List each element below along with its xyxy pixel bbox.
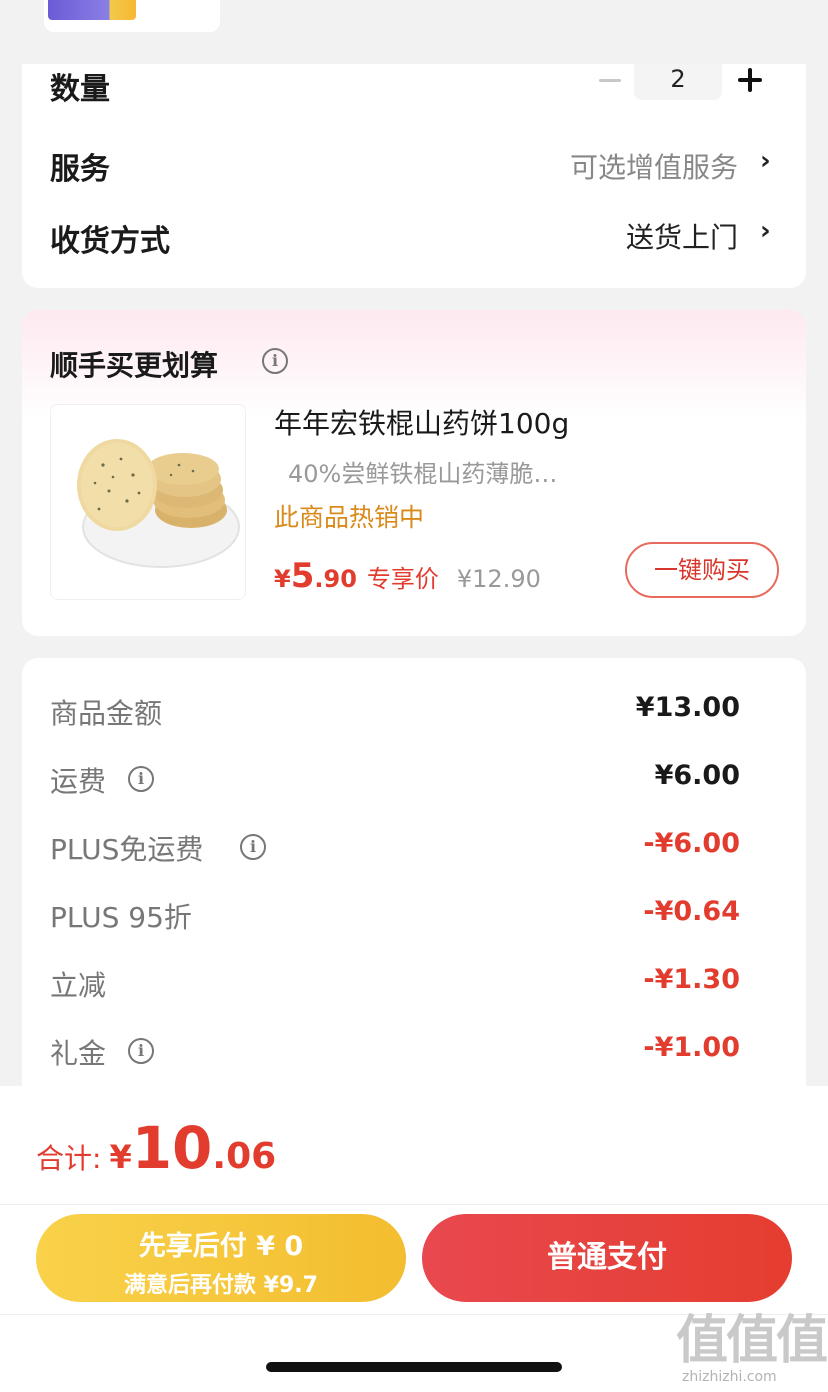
fee-label: 商品金额 <box>50 697 163 730</box>
watermark: 值值值 zhizhizhi.com <box>676 1298 828 1385</box>
total-decimal: .06 <box>212 1136 277 1177</box>
fee-breakdown-card: 商品金额 ¥13.00 运费 i ¥6.00 PLUS免运费 i -¥6.00 … <box>22 658 806 1098</box>
crackers-illustration <box>77 439 240 568</box>
upsell-card: 顺手买更划算 i 年年宏铁棍山药饼100g 40%尝鲜铁棍山药薄脆… 此商品热销… <box>22 310 806 636</box>
fee-value: -¥6.00 <box>643 828 740 859</box>
service-label: 服务 <box>50 152 110 187</box>
watermark-text: 值值值 <box>676 1311 828 1371</box>
info-icon[interactable]: i <box>128 766 154 792</box>
total-label: 合计: <box>36 1142 102 1175</box>
quantity-input[interactable]: 2 <box>634 64 722 100</box>
fee-value: ¥13.00 <box>635 692 740 723</box>
hot-selling-tag: 此商品热销中 <box>274 503 425 532</box>
quantity-increase-button[interactable] <box>734 64 766 96</box>
order-options-card: 数量 2 服务 可选增值服务 › 收货方式 送货上门 › <box>22 64 806 288</box>
fee-row-gift-money: 礼金 i -¥1.00 <box>50 1032 740 1072</box>
product-thumbnail-image <box>48 0 136 20</box>
pay-later-button[interactable]: 先享后付 ¥ 0 满意后再付款 ¥9.7 <box>36 1214 406 1302</box>
fee-label: 运费 <box>50 765 107 798</box>
top-product-strip <box>0 0 828 64</box>
fee-label: 立减 <box>50 969 107 1002</box>
fee-value: -¥0.64 <box>643 896 740 927</box>
info-icon[interactable]: i <box>262 348 288 374</box>
fee-row-instant-reduction: 立减 -¥1.30 <box>50 964 740 1004</box>
upsell-product-name[interactable]: 年年宏铁棍山药饼100g <box>274 402 569 442</box>
original-price: ¥12.90 <box>456 565 541 593</box>
pay-later-title: 先享后付 ¥ 0 <box>138 1231 304 1262</box>
fee-label: 礼金 <box>50 1037 107 1070</box>
divider <box>0 1204 828 1205</box>
info-icon[interactable]: i <box>128 1038 154 1064</box>
fee-label: PLUS 95折 <box>50 901 192 934</box>
pay-later-subtitle: 满意后再付款 ¥9.7 <box>124 1273 318 1298</box>
chevron-right-icon[interactable]: › <box>760 216 771 246</box>
normal-pay-button[interactable]: 普通支付 <box>422 1214 792 1302</box>
quantity-decrease-button[interactable] <box>592 64 628 96</box>
upsell-title: 顺手买更划算 <box>50 349 219 382</box>
delivery-label: 收货方式 <box>50 224 170 259</box>
fee-label: PLUS免运费 <box>50 833 204 866</box>
order-confirm-page: 数量 2 服务 可选增值服务 › 收货方式 送货上门 › 顺手买更划算 i 年年… <box>0 0 828 1392</box>
one-click-buy-button[interactable]: 一键购买 <box>625 542 779 598</box>
chevron-right-icon[interactable]: › <box>760 146 771 176</box>
service-value[interactable]: 可选增值服务 <box>570 146 738 186</box>
product-thumbnail[interactable] <box>44 0 220 32</box>
home-indicator[interactable] <box>266 1362 562 1372</box>
fee-row-goods: 商品金额 ¥13.00 <box>50 692 740 732</box>
exclusive-price-tag: 专享价 <box>366 565 439 593</box>
fee-row-shipping: 运费 i ¥6.00 <box>50 760 740 800</box>
fee-row-plus-free-shipping: PLUS免运费 i -¥6.00 <box>50 828 740 868</box>
price-decimal: .90 <box>314 565 357 593</box>
upsell-product-subtitle: 40%尝鲜铁棍山药薄脆… <box>288 460 558 488</box>
order-total: 合计: ¥10.06 <box>36 1114 276 1182</box>
fee-value: -¥1.30 <box>643 964 740 995</box>
quantity-label: 数量 <box>50 72 110 107</box>
checkout-bar: 合计: ¥10.06 先享后付 ¥ 0 满意后再付款 ¥9.7 普通支付 值值值 … <box>0 1086 828 1392</box>
delivery-value[interactable]: 送货上门 <box>626 216 738 256</box>
minus-icon <box>599 78 621 82</box>
fee-value: ¥6.00 <box>654 760 740 791</box>
total-symbol: ¥ <box>109 1138 132 1176</box>
upsell-price: ¥5.90 专享价 ¥12.90 <box>274 556 541 596</box>
fee-value: -¥1.00 <box>643 1032 740 1063</box>
price-integer: 5 <box>290 556 315 596</box>
price-symbol: ¥ <box>274 565 291 593</box>
fee-row-plus-discount: PLUS 95折 -¥0.64 <box>50 896 740 936</box>
yam-crackers-image[interactable] <box>50 404 246 600</box>
total-integer: 10 <box>131 1114 213 1182</box>
info-icon[interactable]: i <box>240 834 266 860</box>
